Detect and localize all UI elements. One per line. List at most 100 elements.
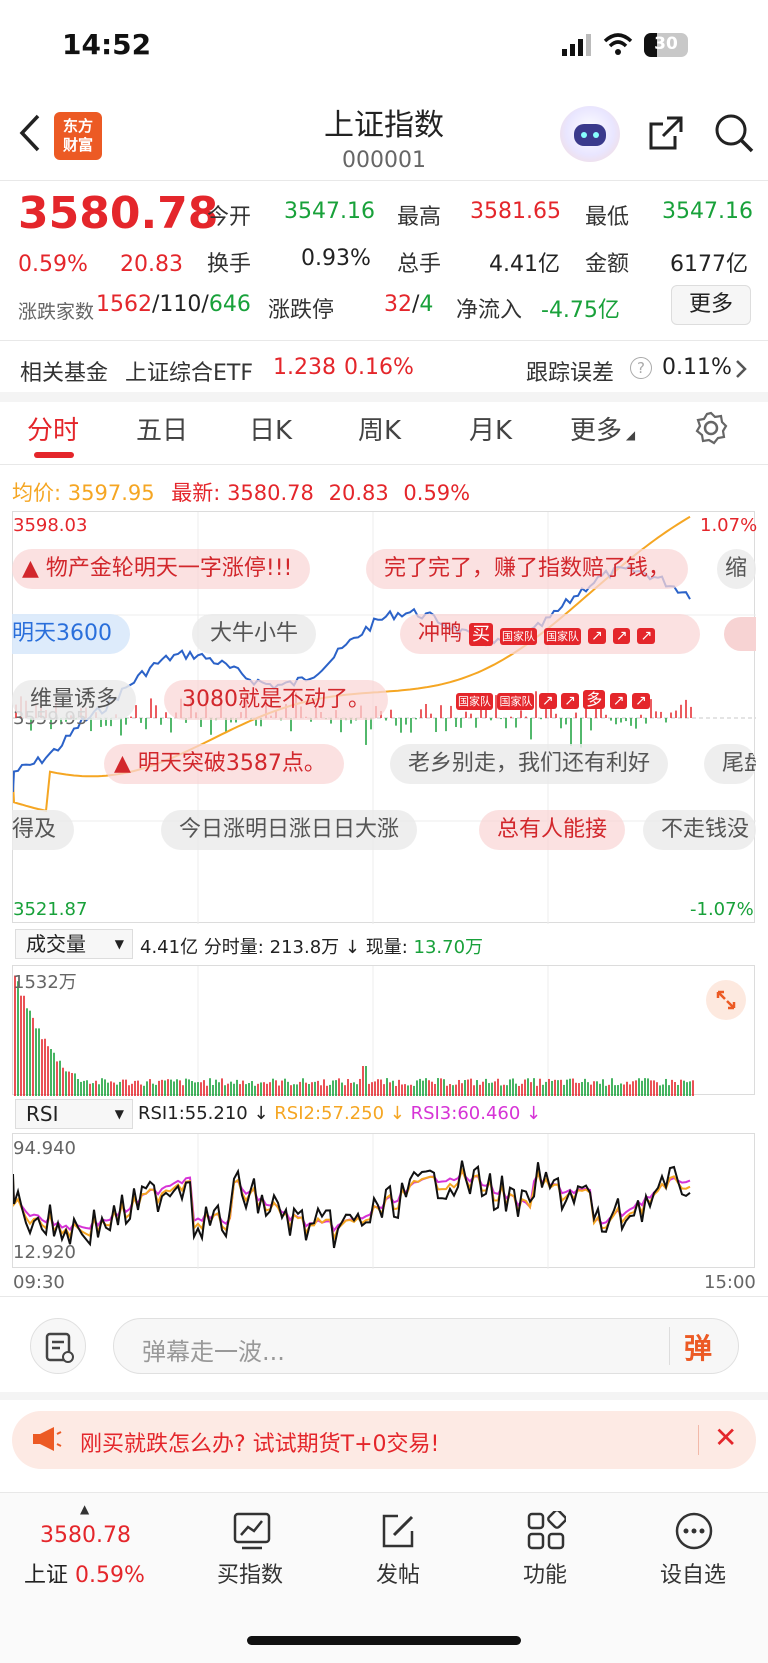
expand-icon[interactable] [706,980,746,1020]
close-icon[interactable]: ✕ [714,1421,737,1454]
rising-chart-icon: ↗ [561,693,579,709]
rsi2-value: RSI2:57.250 [274,1103,385,1124]
promo-text: 刚买就跌怎么办? 试试期货T+0交易! [80,1432,440,1457]
rising-chart-icon: ↗ [609,693,628,709]
national-team-badge: 国家队 [544,628,582,645]
tab-five-day[interactable]: 五日 [136,410,188,447]
volume-total: 4.41亿 [140,937,199,958]
danmu-item[interactable]: 缩 [717,549,756,589]
up-count: 1562 [96,292,152,317]
danmu-item[interactable]: 明天3600 [12,614,130,654]
netflow-label: 净流入 [456,298,523,323]
robot-assistant-icon[interactable] [560,106,620,162]
period-volume: 213.8万 [269,937,340,958]
megaphone-icon [30,1425,62,1457]
tab-indicator [34,452,74,458]
danmu-badges-row: 国家队 国家队 ↗ ↗ 多 ↗ ↗ [456,686,650,710]
danmu-item[interactable]: 完了完了，赚了指数赔了钱， [366,549,689,589]
danmu-item[interactable]: 总有人能接 [479,810,626,850]
rsi-chart[interactable] [12,1133,755,1269]
danmu-item[interactable]: 尾盘 [704,744,756,784]
nav-index-price[interactable]: 3580.78 [40,1523,131,1548]
indicator-select-rsi[interactable]: RSI ▼ [15,1099,133,1129]
volume-label: 总手 [397,252,442,277]
danmu-send-button[interactable]: 弹 [684,1327,712,1367]
danmu-settings-icon [45,1332,74,1363]
track-error-value: 0.11% [662,355,732,380]
tab-monthly-k[interactable]: 月K [469,410,512,447]
danmu-item[interactable]: 冲鸭 买 国家队 国家队 ↗ ↗ ↗ [400,614,700,654]
indicator-select-volume[interactable]: 成交量 ▼ [15,929,133,959]
danmu-item[interactable]: ▲ 物产金轮明天一字涨停!!! [12,549,311,589]
danmu-item[interactable]: 不走钱没 [643,810,756,850]
high-label: 最高 [397,205,442,230]
danmu-item[interactable]: 今日涨明日涨日日大涨 [161,810,418,850]
battery-icon: 30 [644,33,688,57]
nav-index-name: 上证 [24,1563,69,1588]
avg-value: 3597.95 [67,481,155,505]
amount-label: 金额 [585,252,630,277]
more-dots-icon[interactable] [674,1511,714,1555]
input-divider [669,1327,670,1365]
status-time: 14:52 [62,28,152,61]
arrow-down-icon: ↓ [344,937,360,958]
change-pct: 0.59% [18,252,88,277]
help-icon[interactable]: ? [630,357,652,379]
rising-chart-icon: ↗ [588,628,606,644]
arrow-down-icon: ↓ [520,1103,542,1124]
danmu-item[interactable]: 3080就是不动了。 [164,680,388,720]
functions-icon[interactable] [526,1509,567,1555]
danmu-item[interactable]: 老乡别走，我们还有利好 [390,744,669,784]
low-label: 最低 [585,205,630,230]
settings-icon[interactable] [694,411,728,449]
tab-weekly-k[interactable]: 周K [358,410,401,447]
fund-name[interactable]: 上证综合ETF [125,355,253,387]
danmu-item[interactable]: 维量诱多 [12,680,137,720]
tab-daily-k[interactable]: 日K [249,410,292,447]
rsi-info: RSI1:55.210 ↓ RSI2:57.250 ↓ RSI3:60.460 … [138,1103,541,1124]
share-icon[interactable] [647,112,687,156]
tab-intraday[interactable]: 分时 [27,410,79,447]
tab-divider [0,464,768,465]
buy-index-icon[interactable] [232,1511,272,1555]
volume-value: 4.41亿 [489,252,560,277]
nav-buy-index[interactable]: 买指数 [185,1557,315,1589]
nav-index-summary[interactable]: 上证 0.59% [24,1557,145,1589]
national-team-badge: 国家队 [500,628,538,645]
promo-banner[interactable]: 刚买就跌怎么办? 试试期货T+0交易! ✕ [12,1411,756,1469]
chart-divider [0,1296,768,1297]
signal-icon [562,34,592,60]
rsi3-value: RSI3:60.460 [410,1103,521,1124]
danmu-text: 物产金轮明天一字涨停!!! [45,556,293,581]
nav-functions[interactable]: 功能 [480,1557,610,1589]
axis-top: 3598.03 [13,515,88,536]
danmu-item[interactable]: ▲ 明天突破3587点。 [104,744,344,784]
fund-pct: 0.16% [344,355,414,380]
chart-info: 均价: 3597.95 最新: 3580.78 20.83 0.59% [12,477,470,507]
danmu-settings-button[interactable] [30,1318,86,1374]
danmu-item[interactable]: 得及 [12,810,75,850]
danmu-text: 冲鸭 [418,621,463,646]
last-value: 3580.78 [227,481,314,505]
tab-more[interactable]: 更多 ◢ [570,410,635,447]
track-error-label: 跟踪误差 [526,361,615,386]
turnover-label: 换手 [207,252,252,277]
chevron-right-icon[interactable] [734,358,748,384]
time-end: 15:00 [704,1272,756,1293]
more-button[interactable]: 更多 [671,285,751,325]
axis-bottom: 3521.87 [13,899,88,920]
danmu-item[interactable]: 大牛小牛 [192,614,317,654]
breadth-label: 涨跌家数 [18,301,95,323]
nav-post[interactable]: 发帖 [333,1557,463,1589]
volume-chart[interactable] [12,965,755,1096]
compose-icon[interactable] [378,1511,418,1555]
period-volume-label: 分时量: [203,937,264,958]
nav-add-watchlist[interactable]: 设自选 [628,1557,758,1589]
rising-chart-icon: ↗ [612,628,631,644]
danmu-input[interactable]: 弹幕走一波... 弹 [113,1318,739,1374]
rsi-select-label: RSI [26,1102,59,1126]
search-icon[interactable] [713,112,755,158]
triangle-up-icon: ▲ [80,1502,90,1516]
change-value: 20.83 [120,252,183,277]
time-start: 09:30 [13,1272,65,1293]
